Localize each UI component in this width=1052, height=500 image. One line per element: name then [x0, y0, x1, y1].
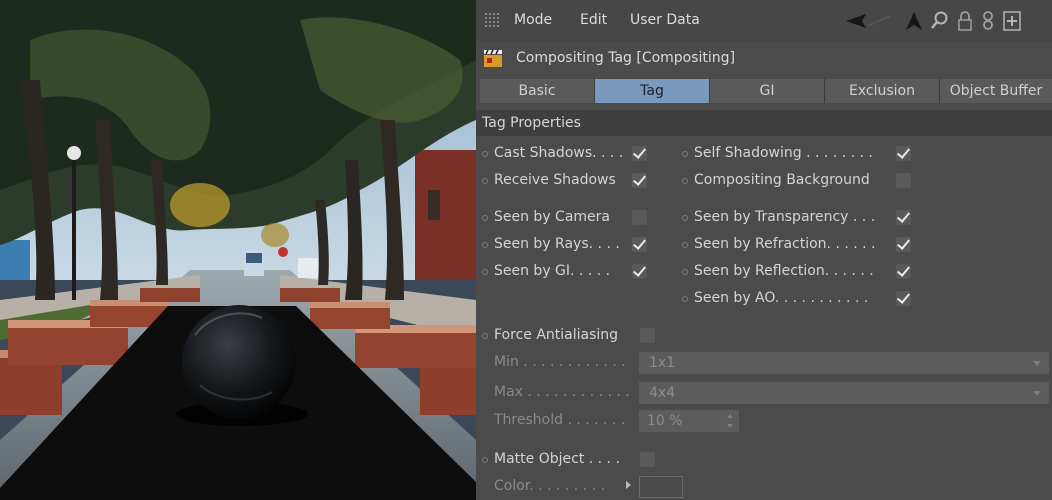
attributes-panel: Mode Edit User Data Compositing Tag [Com…	[476, 0, 1052, 500]
prop-cast-shadows: Cast Shadows. . . .	[482, 143, 662, 165]
prop-seen-by-ao: Seen by AO. . . . . . . . . . .	[682, 288, 932, 310]
prop-label: Seen by GI. . . . .	[494, 263, 611, 279]
new-panel-icon[interactable]	[1002, 10, 1022, 32]
tab-gi[interactable]: GI	[710, 79, 825, 103]
window: Mode Edit User Data Compositing Tag [Com…	[0, 0, 1052, 500]
prop-seen-by-refraction: Seen by Refraction. . . . . .	[682, 234, 932, 256]
tab-object-buffer[interactable]: Object Buffer	[940, 79, 1052, 103]
tab-basic[interactable]: Basic	[480, 79, 595, 103]
force-antialiasing-checkbox[interactable]	[640, 328, 655, 343]
seen-by-transparency-checkbox[interactable]	[896, 210, 911, 225]
seen-by-ao-checkbox[interactable]	[896, 291, 911, 306]
keyframe-dot-icon[interactable]	[482, 333, 488, 339]
compositing-background-checkbox[interactable]	[896, 173, 911, 188]
prop-label: Seen by Camera	[494, 209, 610, 225]
max-value: 4x4	[649, 385, 676, 401]
prop-min: Min . . . . . . . . . . . .	[482, 352, 632, 374]
keyframe-dot-icon[interactable]	[482, 215, 488, 221]
prop-label: Seen by Refraction. . . . . .	[694, 236, 876, 252]
expand-arrow-icon[interactable]	[626, 481, 631, 489]
prop-seen-by-camera: Seen by Camera	[482, 207, 662, 229]
prop-label: Receive Shadows	[494, 172, 616, 188]
chevron-down-icon	[1033, 361, 1041, 366]
spinner-arrows-icon[interactable]	[727, 414, 733, 428]
arrow-up-icon[interactable]	[904, 10, 924, 32]
prop-seen-by-reflection: Seen by Reflection. . . . . .	[682, 261, 932, 283]
threshold-value: 10 %	[647, 413, 683, 429]
object-title-row: Compositing Tag [Compositing]	[476, 44, 1052, 74]
cast-shadows-checkbox[interactable]	[632, 146, 647, 161]
keyframe-dot-icon[interactable]	[682, 215, 688, 221]
prop-threshold: Threshold . . . . . . .	[482, 410, 632, 432]
menu-mode[interactable]: Mode	[514, 12, 552, 28]
clapperboard-icon	[484, 49, 502, 67]
prop-label: Seen by Rays. . . .	[494, 236, 620, 252]
prop-label: Seen by AO. . . . . . . . . . .	[694, 290, 869, 306]
prop-force-antialiasing: Force Antialiasing	[482, 325, 662, 347]
prop-label: Matte Object . . . .	[494, 451, 620, 467]
keyframe-dot-icon[interactable]	[682, 269, 688, 275]
keyframe-dot-icon[interactable]	[482, 457, 488, 463]
prop-seen-by-transparency: Seen by Transparency . . .	[682, 207, 932, 229]
prop-color: Color. . . . . . . . .	[482, 476, 632, 498]
seen-by-reflection-checkbox[interactable]	[896, 264, 911, 279]
search-icon[interactable]	[930, 10, 950, 32]
prop-label: Max . . . . . . . . . . . .	[494, 384, 630, 400]
menu-user-data[interactable]: User Data	[630, 12, 700, 28]
prop-seen-by-rays: Seen by Rays. . . .	[482, 234, 662, 256]
prop-seen-by-gi: Seen by GI. . . . .	[482, 261, 662, 283]
prop-max: Max . . . . . . . . . . . .	[482, 382, 632, 404]
chevron-down-icon	[1033, 391, 1041, 396]
receive-shadows-checkbox[interactable]	[632, 173, 647, 188]
prop-label: Min . . . . . . . . . . . .	[494, 354, 626, 370]
seen-by-camera-checkbox[interactable]	[632, 210, 647, 225]
seen-by-refraction-checkbox[interactable]	[896, 237, 911, 252]
keyframe-dot-icon[interactable]	[682, 151, 688, 157]
prop-self-shadowing: Self Shadowing . . . . . . . .	[682, 143, 932, 165]
matte-object-checkbox[interactable]	[640, 452, 655, 467]
prop-matte-object: Matte Object . . . .	[482, 449, 662, 471]
keyframe-dot-icon[interactable]	[482, 151, 488, 157]
panel-grip-icon[interactable]	[484, 12, 500, 28]
lock-icon[interactable]	[955, 10, 975, 32]
seen-by-gi-checkbox[interactable]	[632, 264, 647, 279]
prop-label: Self Shadowing . . . . . . . .	[694, 145, 873, 161]
scene-image	[0, 0, 476, 500]
prop-compositing-background: Compositing Background	[682, 170, 932, 192]
tab-bar: Basic Tag GI Exclusion Object Buffer	[480, 79, 1052, 103]
min-value: 1x1	[649, 355, 676, 371]
color-swatch[interactable]	[639, 476, 683, 498]
menu-bar: Mode Edit User Data	[476, 0, 1052, 42]
tab-tag[interactable]: Tag	[595, 79, 710, 103]
link-icon[interactable]	[978, 10, 998, 32]
prop-label: Seen by Transparency . . .	[694, 209, 876, 225]
prop-label: Seen by Reflection. . . . . .	[694, 263, 874, 279]
prop-label: Color. . . . . . . . .	[494, 478, 605, 494]
max-dropdown[interactable]: 4x4	[639, 382, 1049, 404]
keyframe-dot-icon[interactable]	[482, 178, 488, 184]
prop-label: Compositing Background	[694, 172, 870, 188]
keyframe-dot-icon[interactable]	[482, 269, 488, 275]
prop-label: Threshold . . . . . . .	[494, 412, 626, 428]
prop-label: Force Antialiasing	[494, 327, 619, 343]
prop-label: Cast Shadows. . . .	[494, 145, 624, 161]
section-header[interactable]: Tag Properties	[476, 110, 1052, 136]
menu-edit[interactable]: Edit	[580, 12, 607, 28]
tab-exclusion[interactable]: Exclusion	[825, 79, 940, 103]
arrow-left-icon[interactable]	[844, 10, 894, 32]
seen-by-rays-checkbox[interactable]	[632, 237, 647, 252]
keyframe-dot-icon[interactable]	[482, 242, 488, 248]
threshold-input[interactable]: 10 %	[639, 410, 739, 432]
section-title: Tag Properties	[482, 115, 581, 131]
prop-receive-shadows: Receive Shadows	[482, 170, 662, 192]
keyframe-dot-icon[interactable]	[682, 242, 688, 248]
keyframe-dot-icon[interactable]	[682, 178, 688, 184]
render-viewport[interactable]	[0, 0, 476, 500]
self-shadowing-checkbox[interactable]	[896, 146, 911, 161]
min-dropdown[interactable]: 1x1	[639, 352, 1049, 374]
keyframe-dot-icon[interactable]	[682, 296, 688, 302]
object-title: Compositing Tag [Compositing]	[516, 50, 736, 66]
